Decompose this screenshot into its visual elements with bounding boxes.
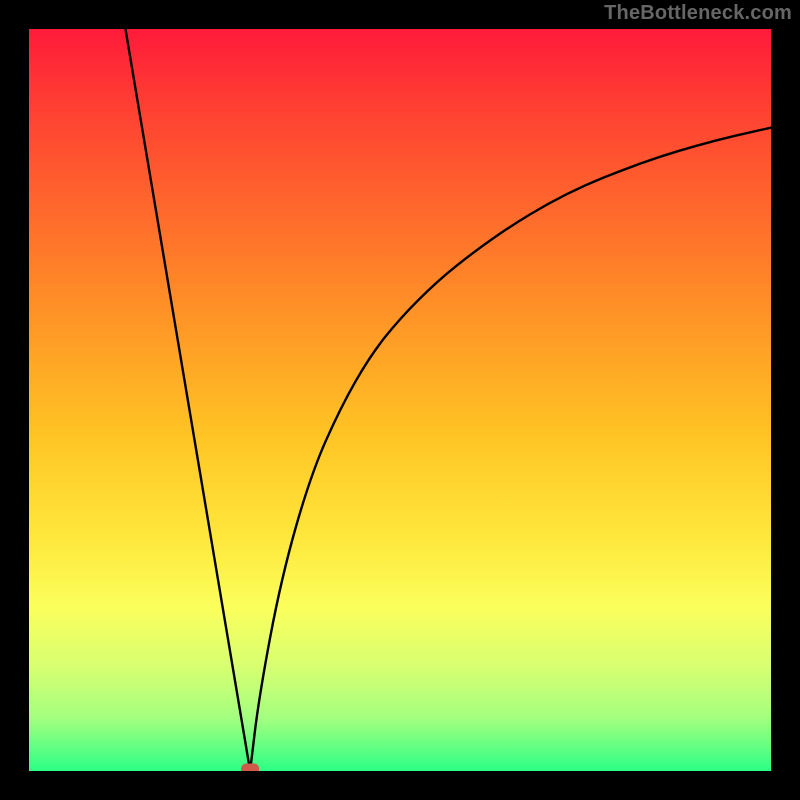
watermark-label: TheBottleneck.com — [604, 2, 792, 25]
chart-root: TheBottleneck.com — [0, 0, 800, 800]
gradient-background — [29, 29, 771, 771]
minimum-marker — [241, 764, 259, 772]
plot-area — [29, 29, 771, 771]
plot-svg — [29, 29, 771, 771]
